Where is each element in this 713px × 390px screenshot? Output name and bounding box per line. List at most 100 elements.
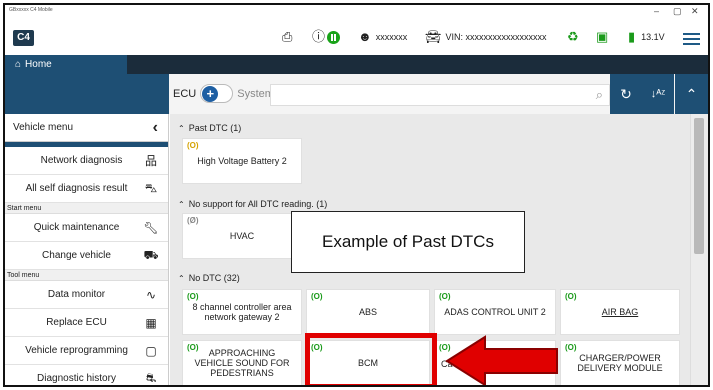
pause-icon	[327, 30, 341, 44]
chip-icon: ▦	[145, 315, 157, 330]
close-button[interactable]: ✕	[691, 6, 699, 17]
tab-home-label: Home	[25, 59, 52, 70]
status-ok-icon: (O)	[439, 292, 451, 301]
ecu-card-charger[interactable]: (O) CHARGER/POWER DELIVERY MODULE	[560, 340, 680, 385]
alert-icon: ⓘ	[312, 29, 326, 44]
wrench-icon: 🔧︎	[143, 220, 159, 235]
ecu-card-airbag[interactable]: (O) AIR BAG	[560, 289, 680, 335]
section-tool-menu: Tool menu	[5, 270, 168, 281]
group-past-dtc[interactable]: ⌃ Past DTC (1)	[178, 123, 241, 133]
waveform-icon: ∿	[145, 287, 157, 302]
system-label: System	[237, 87, 274, 100]
car-front-icon: ⛟	[143, 247, 159, 262]
sidebar: Vehicle menu ‹ Network diagnosis 品 All s…	[5, 114, 169, 385]
sidebar-item-network-diagnosis[interactable]: Network diagnosis 品	[5, 147, 168, 175]
battery-icon: ▮	[628, 29, 636, 44]
sidebar-item-label: Data monitor	[47, 289, 106, 300]
group-label: No DTC (32)	[188, 273, 240, 283]
sort-az-icon: ↓ᴬᶻ	[650, 88, 666, 100]
annotation-arrow-icon	[445, 335, 558, 385]
sidebar-item-label: All self diagnosis result	[25, 183, 128, 194]
minimize-button[interactable]: –	[654, 6, 659, 16]
chevron-up-icon: ⌃	[685, 85, 698, 102]
ecu-card-abs[interactable]: (O) ABS	[306, 289, 430, 335]
ecu-card-name: High Voltage Battery 2	[197, 156, 287, 166]
vin-text: VIN: xxxxxxxxxxxxxxxxxx	[445, 32, 547, 42]
sidebar-item-label: Network diagnosis	[40, 155, 123, 166]
ecu-card-adas[interactable]: (O) ADAS CONTROL UNIT 2	[434, 289, 556, 335]
sub-toolbar: ECU + System ⌕ ↻ ↓ᴬᶻ ⌃	[5, 74, 708, 114]
ecu-card-name: CHARGER/POWER DELIVERY MODULE	[577, 353, 663, 373]
sidebar-item-label: Diagnostic history	[37, 373, 116, 384]
ecu-card-can-gateway[interactable]: (O) 8 channel controller area network ga…	[182, 289, 302, 335]
group-unsupported[interactable]: ⌃ No support for All DTC reading. (1)	[178, 199, 327, 209]
status-unsupported-icon: (Ø)	[187, 216, 199, 225]
user-icon: ☻	[358, 29, 372, 44]
title-bar: GBxxxxx C4 Mobile – ▢ ✕	[5, 5, 708, 20]
tab-bar: ⌂ Home	[5, 55, 708, 74]
vin-info[interactable]: 🚘︎ VIN: xxxxxxxxxxxxxxxxxx	[425, 28, 547, 46]
vci-icon[interactable]: ▣	[596, 28, 608, 46]
battery-voltage: 13.1V	[641, 32, 665, 42]
hamburger-menu-icon[interactable]	[683, 33, 700, 45]
sidebar-item-label: Vehicle reprogramming	[25, 345, 128, 356]
annotation-callout: Example of Past DTCs	[291, 211, 525, 273]
chevron-up-icon: ⌃	[178, 200, 185, 209]
view-toggle[interactable]: +	[200, 84, 234, 103]
search-input[interactable]: ⌕	[270, 84, 610, 106]
user-info[interactable]: ☻ xxxxxxx	[358, 28, 407, 46]
refresh-button[interactable]: ↻	[610, 74, 642, 114]
ecu-card-name: 8 channel controller area network gatewa…	[192, 302, 292, 322]
ecu-system-toggle[interactable]: ECU + System	[173, 84, 274, 103]
network-icon: 品	[144, 154, 157, 168]
sidebar-item-quick-maintenance[interactable]: Quick maintenance 🔧︎	[5, 214, 168, 242]
status-ok-icon: (O)	[565, 343, 577, 352]
sidebar-header[interactable]: Vehicle menu ‹	[5, 114, 168, 142]
refresh-icon: ↻	[620, 85, 632, 102]
ecu-card-name: ABS	[358, 307, 377, 317]
plus-icon: +	[202, 86, 219, 102]
group-label: Past DTC (1)	[188, 123, 242, 133]
scrollbar-thumb[interactable]	[694, 118, 704, 254]
toolbar: C4 ⎙ ⓘ ☻ xxxxxxx 🚘︎ VIN: xxxxxxxxxxxxxxx…	[5, 20, 708, 55]
user-name: xxxxxxx	[375, 32, 408, 42]
sidebar-item-label: Replace ECU	[46, 317, 107, 328]
car-icon: 🚘︎	[425, 29, 442, 44]
sort-button[interactable]: ↓ᴬᶻ	[642, 74, 674, 114]
reprogram-icon: ▢	[145, 343, 157, 358]
ecu-card-name: APPROACHING VEHICLE SOUND FOR PEDESTRIAN…	[194, 348, 290, 378]
app-window: GBxxxxx C4 Mobile – ▢ ✕ C4 ⎙ ⓘ ☻ xxxxxxx…	[3, 3, 710, 387]
ecu-label: ECU	[173, 87, 197, 100]
ecu-card-name: HVAC	[229, 231, 255, 241]
scrollbar[interactable]	[690, 114, 708, 385]
chevron-up-icon: ⌃	[178, 124, 185, 133]
window-title: GBxxxxx C4 Mobile	[9, 7, 53, 13]
ecu-card-name: ADAS CONTROL UNIT 2	[444, 307, 546, 317]
connection-icon[interactable]: ♻︎	[567, 28, 579, 46]
status-past-icon: (O)	[187, 141, 199, 150]
sidebar-item-replace-ecu[interactable]: Replace ECU ▦	[5, 309, 168, 337]
app-logo: C4	[13, 30, 34, 46]
collapse-button[interactable]: ⌃	[675, 74, 708, 114]
sidebar-item-all-self-diagnosis[interactable]: All self diagnosis result ⛍	[5, 175, 168, 203]
section-start-menu: Start menu	[5, 203, 168, 214]
screenshot-icon[interactable]: ⎙	[282, 28, 292, 46]
ecu-card-hvac[interactable]: (Ø) HVAC	[182, 213, 302, 259]
sidebar-item-diagnostic-history[interactable]: Diagnostic history ⛐	[5, 365, 168, 385]
sidebar-item-vehicle-reprogramming[interactable]: Vehicle reprogramming ▢	[5, 337, 168, 365]
ecu-card-high-voltage-battery[interactable]: (O) High Voltage Battery 2	[182, 138, 302, 184]
tab-home[interactable]: ⌂ Home	[5, 55, 127, 74]
status-indicators[interactable]: ⓘ	[312, 28, 341, 46]
status-ok-icon: (O)	[311, 292, 323, 301]
sidebar-item-data-monitor[interactable]: Data monitor ∿	[5, 281, 168, 309]
maximize-button[interactable]: ▢	[673, 6, 682, 17]
ecu-card-approaching-vehicle-sound[interactable]: (O) APPROACHING VEHICLE SOUND FOR PEDEST…	[182, 340, 302, 385]
sidebar-title: Vehicle menu	[13, 122, 74, 133]
car-history-icon: ⛐	[145, 370, 157, 385]
sidebar-item-label: Quick maintenance	[33, 222, 120, 233]
group-no-dtc[interactable]: ⌃ No DTC (32)	[178, 273, 240, 283]
battery-info: ▮ 13.1V	[628, 28, 665, 46]
home-icon: ⌂	[15, 59, 22, 70]
chevron-left-icon[interactable]: ‹	[153, 119, 158, 137]
sidebar-item-change-vehicle[interactable]: Change vehicle ⛟	[5, 242, 168, 270]
